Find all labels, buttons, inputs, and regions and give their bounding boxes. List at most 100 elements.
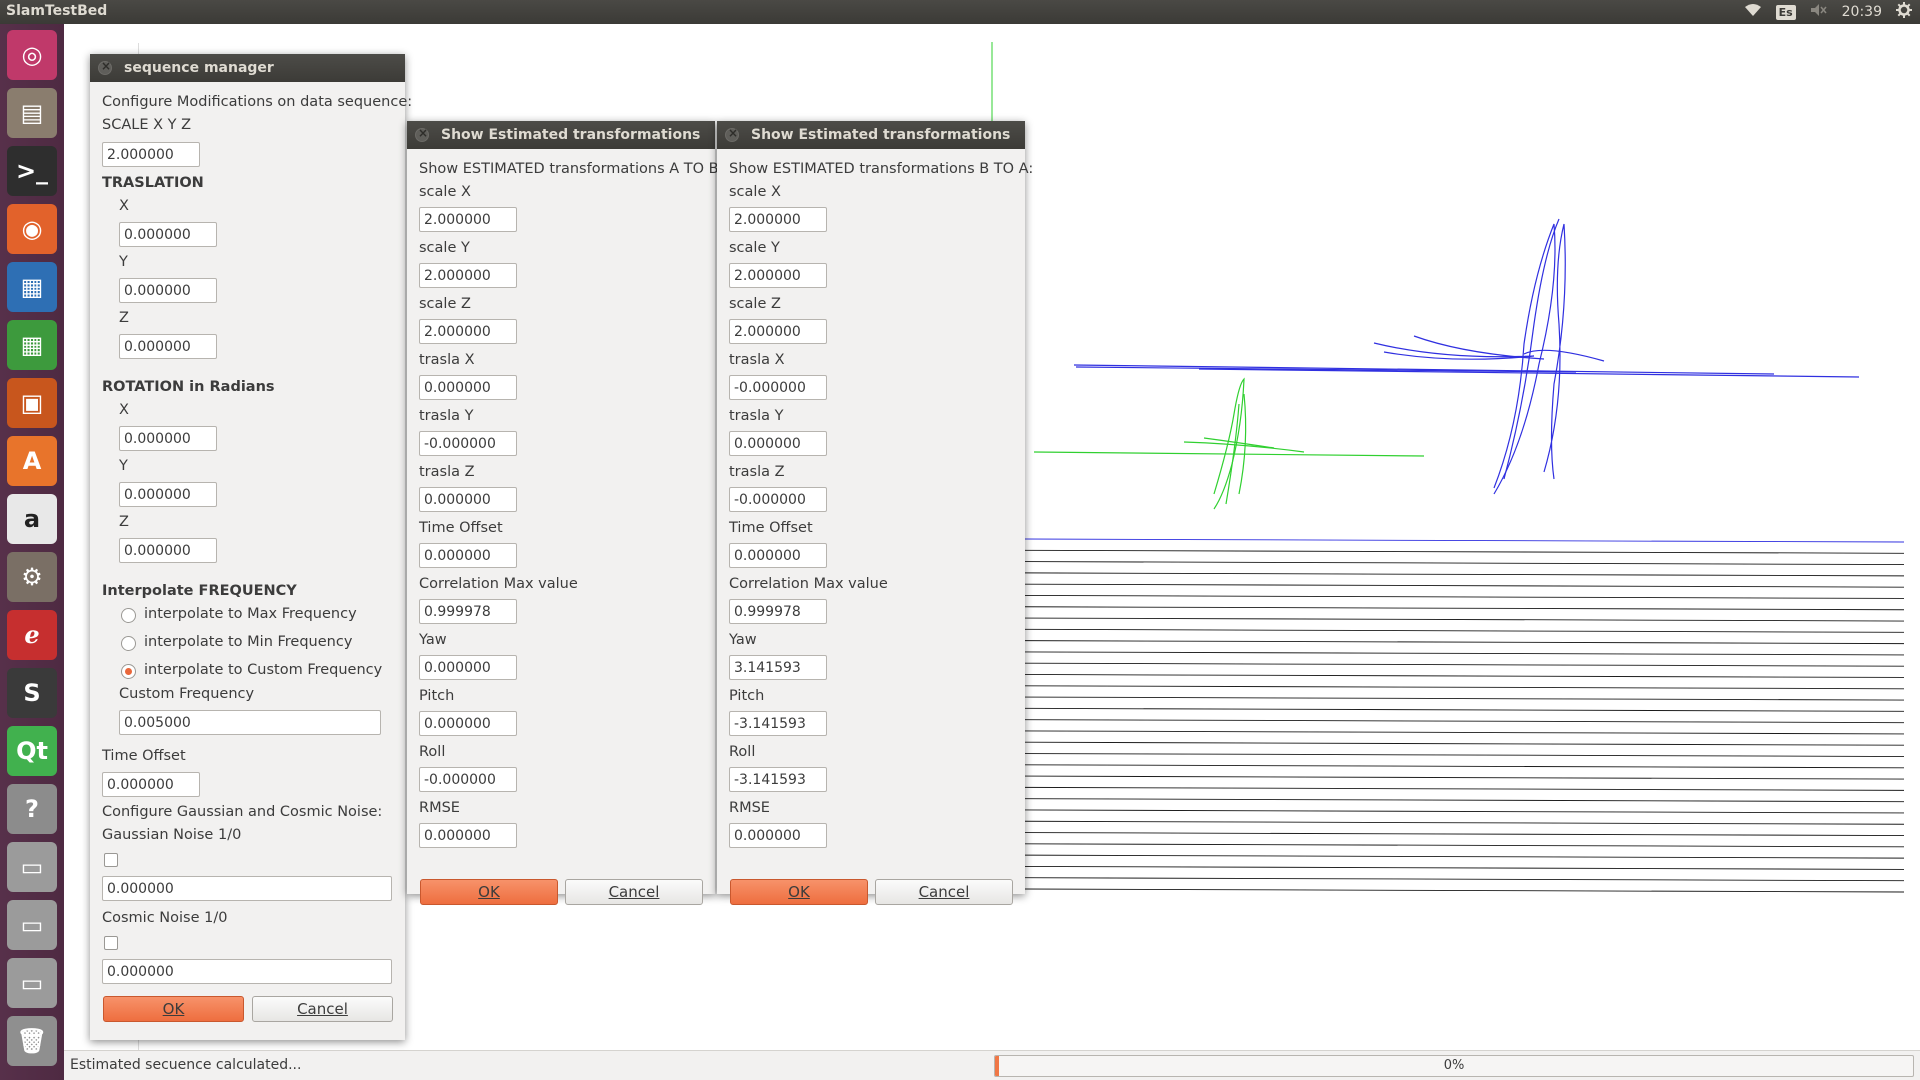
gaussian-noise-input[interactable] (102, 876, 392, 901)
field-input[interactable] (729, 319, 827, 344)
ty-label: Y (119, 254, 128, 270)
files-icon[interactable]: ▤ (7, 88, 57, 138)
rx-label: X (119, 402, 129, 418)
sublime-text-icon[interactable]: S (7, 668, 57, 718)
field-input[interactable] (729, 431, 827, 456)
cancel-button[interactable]: Cancel (875, 879, 1013, 905)
radio-max-label[interactable]: interpolate to Max Frequency (144, 606, 357, 622)
translation-x-input[interactable] (119, 222, 217, 247)
radio-custom-label[interactable]: interpolate to Custom Frequency (144, 662, 382, 678)
system-settings-icon[interactable]: ⚙ (7, 552, 57, 602)
field-label: RMSE (729, 800, 770, 816)
field-label: trasla Y (729, 408, 784, 424)
field-input[interactable] (729, 543, 827, 568)
status-message: Estimated secuence calculated... (70, 1057, 302, 1073)
field-input[interactable] (419, 263, 517, 288)
ok-button[interactable]: OK (103, 996, 244, 1022)
radio-max-frequency[interactable] (121, 608, 136, 623)
scale-input[interactable] (102, 142, 200, 167)
field-input[interactable] (729, 767, 827, 792)
field-label: Yaw (729, 632, 757, 648)
field-input[interactable] (419, 599, 517, 624)
close-icon[interactable] (415, 126, 429, 142)
field-input[interactable] (419, 711, 517, 736)
field-input[interactable] (419, 431, 517, 456)
ubuntu-dash-icon[interactable]: ◎ (7, 30, 57, 80)
field-input[interactable] (419, 543, 517, 568)
field-label: trasla Y (419, 408, 474, 424)
field-input[interactable] (419, 207, 517, 232)
field-input[interactable] (729, 711, 827, 736)
volume-muted-icon[interactable] (1810, 3, 1828, 21)
radio-min-frequency[interactable] (121, 636, 136, 651)
rotation-z-input[interactable] (119, 538, 217, 563)
close-icon[interactable] (98, 59, 112, 75)
estimated-a-to-b-titlebar: Show Estimated transformations (407, 121, 715, 149)
field-input[interactable] (419, 375, 517, 400)
drive-icon-2[interactable]: ▭ (7, 900, 57, 950)
field-input[interactable] (729, 487, 827, 512)
field-input[interactable] (419, 823, 517, 848)
software-center-icon[interactable]: A (7, 436, 57, 486)
field-input[interactable] (729, 263, 827, 288)
cosmic-noise-input[interactable] (102, 959, 392, 984)
radio-custom-frequency[interactable] (121, 664, 136, 679)
calc-icon[interactable]: ▦ (7, 320, 57, 370)
amazon-icon[interactable]: a (7, 494, 57, 544)
field-label: Roll (729, 744, 756, 760)
cancel-button[interactable]: Cancel (252, 996, 393, 1022)
gear-icon[interactable] (1896, 2, 1912, 22)
progress-bar: 0% (994, 1055, 1914, 1077)
field-input[interactable] (729, 823, 827, 848)
estimated-intro: Show ESTIMATED transformations B TO A: (729, 161, 1034, 177)
ok-button[interactable]: OK (730, 879, 868, 905)
field-label: scale Z (729, 296, 781, 312)
field-label: RMSE (419, 800, 460, 816)
help-icon[interactable]: ? (7, 784, 57, 834)
time-offset-label: Time Offset (102, 748, 186, 764)
custom-frequency-input[interactable] (119, 710, 381, 735)
wifi-icon[interactable] (1744, 3, 1762, 21)
cancel-button[interactable]: Cancel (565, 879, 703, 905)
terminal-icon[interactable]: >_ (7, 146, 57, 196)
drive-icon[interactable]: ▭ (7, 842, 57, 892)
field-input[interactable] (729, 207, 827, 232)
pdf-reader-icon[interactable]: ℯ (7, 610, 57, 660)
keyboard-icon[interactable]: Es (1775, 4, 1796, 20)
gaussian-noise-checkbox[interactable] (104, 853, 118, 867)
cosmic-noise-checkbox[interactable] (104, 936, 118, 950)
translation-z-input[interactable] (119, 334, 217, 359)
noise-intro: Configure Gaussian and Cosmic Noise: (102, 804, 383, 820)
ok-button[interactable]: OK (420, 879, 558, 905)
gaussian-noise-label: Gaussian Noise 1/0 (102, 827, 242, 843)
rotation-x-input[interactable] (119, 426, 217, 451)
field-input[interactable] (419, 487, 517, 512)
field-input[interactable] (729, 599, 827, 624)
field-input[interactable] (419, 319, 517, 344)
radio-min-label[interactable]: interpolate to Min Frequency (144, 634, 352, 650)
trash-icon[interactable]: 🗑 (7, 1016, 57, 1066)
clock[interactable]: 20:39 (1842, 4, 1882, 20)
rotation-y-input[interactable] (119, 482, 217, 507)
field-label: Pitch (419, 688, 455, 704)
firefox-icon[interactable]: ◉ (7, 204, 57, 254)
impress-icon[interactable]: ▣ (7, 378, 57, 428)
translation-header: TRASLATION (102, 175, 204, 191)
ry-label: Y (119, 458, 128, 474)
translation-y-input[interactable] (119, 278, 217, 303)
field-input[interactable] (729, 655, 827, 680)
estimated-intro: Show ESTIMATED transformations A TO B: (419, 161, 724, 177)
field-label: trasla X (729, 352, 785, 368)
writer-icon[interactable]: ▦ (7, 262, 57, 312)
field-label: trasla Z (729, 464, 785, 480)
qt-creator-icon[interactable]: Qt (7, 726, 57, 776)
time-offset-input[interactable] (102, 772, 200, 797)
drive-icon-3[interactable]: ▭ (7, 958, 57, 1008)
field-label: scale Z (419, 296, 471, 312)
field-input[interactable] (419, 655, 517, 680)
dialog-title: Show Estimated transformations (441, 127, 701, 143)
close-icon[interactable] (725, 126, 739, 142)
scale-label: SCALE X Y Z (102, 117, 192, 133)
field-input[interactable] (419, 767, 517, 792)
field-input[interactable] (729, 375, 827, 400)
